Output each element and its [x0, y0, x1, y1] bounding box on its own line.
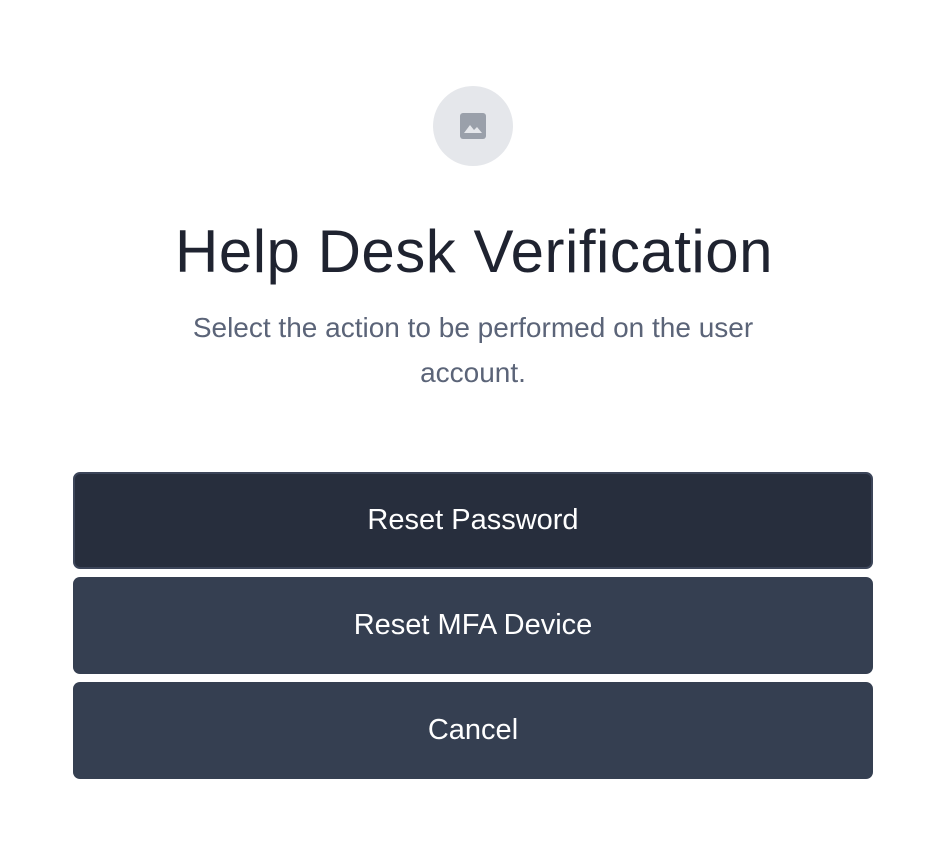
reset-mfa-device-button[interactable]: Reset MFA Device	[73, 577, 873, 674]
reset-password-button[interactable]: Reset Password	[73, 472, 873, 569]
image-placeholder-icon	[459, 112, 487, 140]
page-title: Help Desk Verification	[175, 218, 773, 285]
logo-placeholder	[433, 86, 513, 166]
page-subtitle: Select the action to be performed on the…	[192, 312, 754, 388]
cancel-button[interactable]: Cancel	[73, 682, 873, 779]
help-desk-verification-page: Help Desk Verification Select the action…	[0, 0, 948, 853]
